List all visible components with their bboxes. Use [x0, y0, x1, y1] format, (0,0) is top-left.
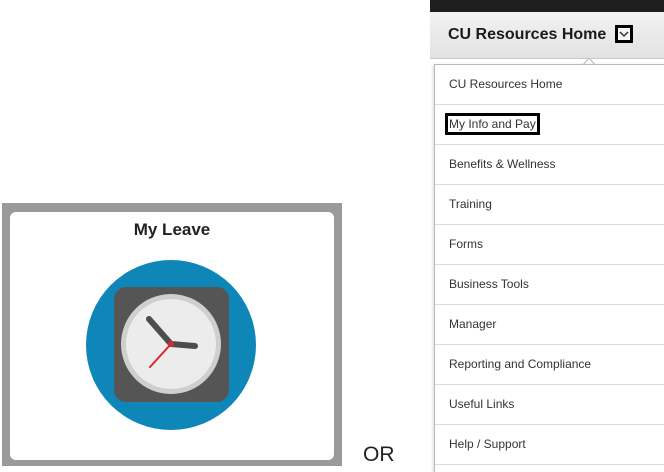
clock-center	[168, 341, 174, 347]
menu-item-label: Benefits & Wellness	[449, 157, 556, 171]
menu-item-label: My Info and Pay	[445, 113, 540, 135]
or-separator: OR	[363, 443, 395, 466]
menu-item-reporting-and-compliance[interactable]: Reporting and Compliance	[435, 345, 664, 385]
menu-item-business-tools[interactable]: Business Tools	[435, 265, 664, 305]
menu-top-strip	[430, 0, 664, 12]
menu-dropdown-button[interactable]	[615, 25, 633, 43]
menu-item-label: Forms	[449, 237, 483, 251]
stage: My Leave OR CU Resources Home CU Resourc…	[0, 0, 664, 472]
menu-item-label: Reporting and Compliance	[449, 357, 592, 371]
navigation-menu: CU Resources Home CU Resources Home My I…	[430, 0, 664, 472]
menu-item-label: Manager	[449, 317, 497, 331]
menu-item-help-support[interactable]: Help / Support	[435, 425, 664, 465]
tile-title: My Leave	[133, 220, 211, 239]
menu-item-cu-resources-home[interactable]: CU Resources Home	[435, 65, 664, 105]
menu-item-label: Business Tools	[449, 277, 529, 291]
menu-item-my-info-and-pay[interactable]: My Info and Pay	[435, 105, 664, 145]
menu-list: CU Resources Home My Info and Pay Benefi…	[434, 64, 664, 472]
menu-item-manager[interactable]: Manager	[435, 305, 664, 345]
menu-item-label: Help / Support	[449, 437, 526, 451]
clock-icon	[86, 260, 256, 430]
clock-minute-hand	[168, 341, 198, 349]
menu-item-training[interactable]: Training	[435, 185, 664, 225]
chevron-down-icon	[619, 30, 629, 37]
menu-item-benefits-wellness[interactable]: Benefits & Wellness	[435, 145, 664, 185]
menu-item-label: Useful Links	[449, 397, 515, 411]
menu-item-label: Training	[449, 197, 492, 211]
menu-item-forms[interactable]: Forms	[435, 225, 664, 265]
tile-frame: My Leave	[2, 203, 342, 466]
menu-header[interactable]: CU Resources Home	[430, 12, 664, 59]
menu-item-label: CU Resources Home	[449, 77, 563, 91]
menu-item-useful-links[interactable]: Useful Links	[435, 385, 664, 425]
my-leave-tile[interactable]: My Leave	[10, 212, 334, 460]
menu-header-title: CU Resources Home	[448, 26, 607, 43]
